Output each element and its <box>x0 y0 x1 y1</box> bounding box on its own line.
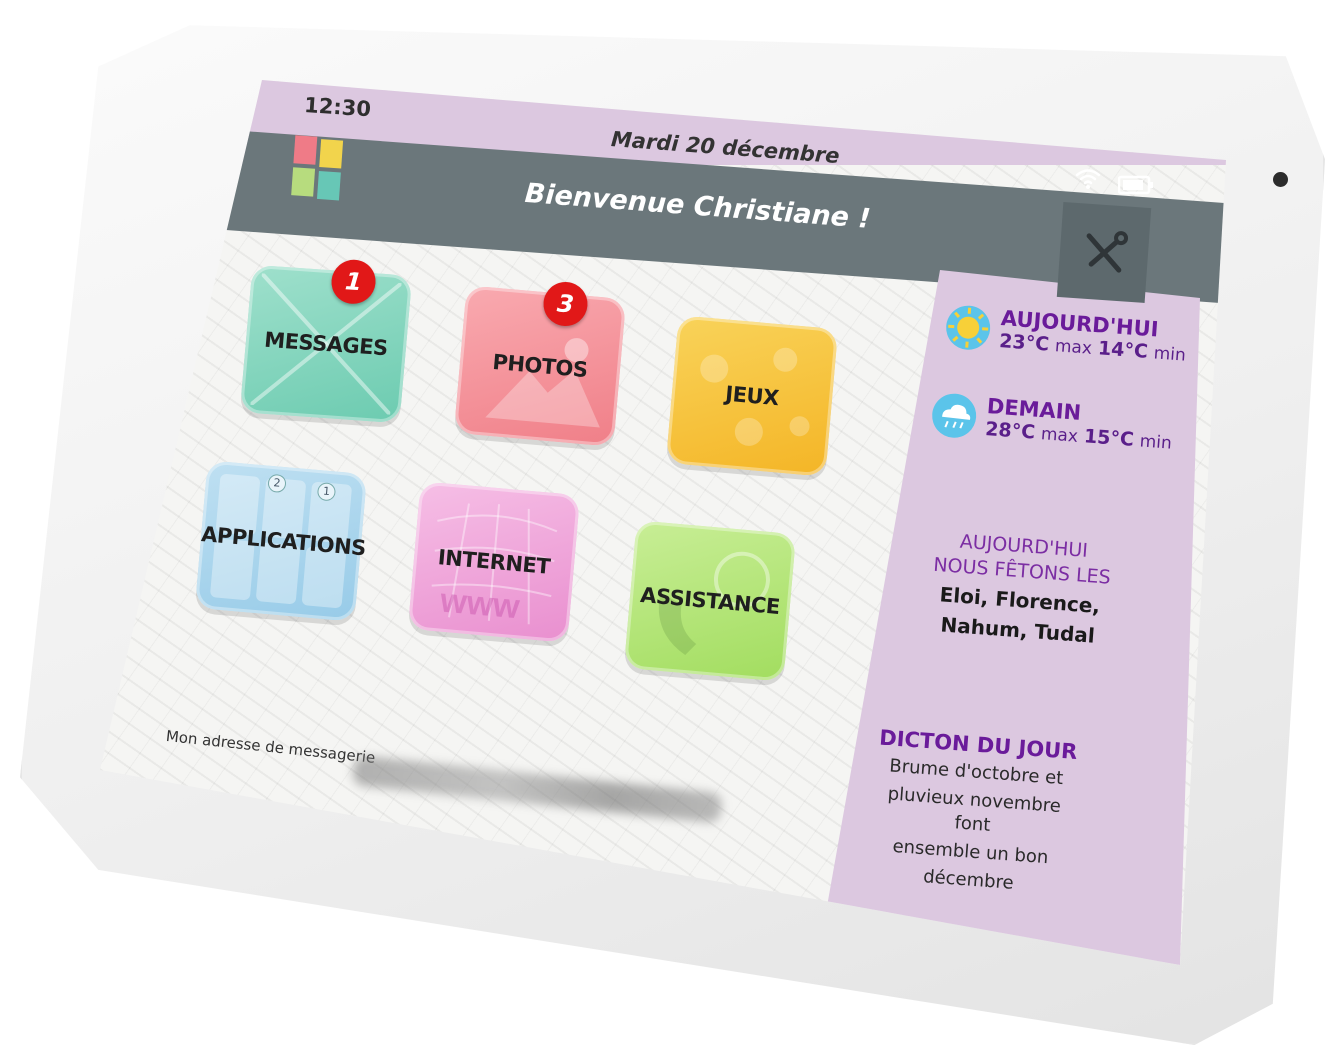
logo-square-yellow <box>319 139 344 169</box>
tile-assistance[interactable]: ASSISTANCE <box>623 520 797 682</box>
tools-icon <box>1086 230 1129 273</box>
clock: 12:30 <box>303 93 372 122</box>
logo-square-green <box>291 167 316 197</box>
settings-button[interactable] <box>1056 202 1152 303</box>
saying-of-the-day: DICTON DU JOUR Brume d'octobre et pluvie… <box>860 725 1086 900</box>
tile-jeux[interactable]: JEUX <box>665 315 839 477</box>
wifi-icon <box>1075 169 1101 189</box>
tile-photos[interactable]: PHOTOS 3 <box>453 280 627 447</box>
camera-icon <box>1273 172 1288 187</box>
battery-icon <box>1118 175 1153 195</box>
tile-internet[interactable]: www INTERNET <box>407 481 581 643</box>
tile-messages[interactable]: MESSAGES 1 <box>239 258 413 424</box>
svg-text:www: www <box>438 581 522 626</box>
logo-square-teal <box>316 170 341 201</box>
sun-icon <box>946 305 991 350</box>
rain-cloud-icon <box>932 393 977 438</box>
feast-day: AUJOURD'HUI NOUS FÊTONS LES Eloi, Floren… <box>917 527 1125 651</box>
app-logo <box>291 135 347 204</box>
tile-applications[interactable]: 2 1 APPLICATIONS <box>194 460 368 622</box>
logo-square-red <box>293 135 318 165</box>
tablet-scene: 12:30 Mardi 20 décembre Bienvenue Christ… <box>0 0 1328 1052</box>
